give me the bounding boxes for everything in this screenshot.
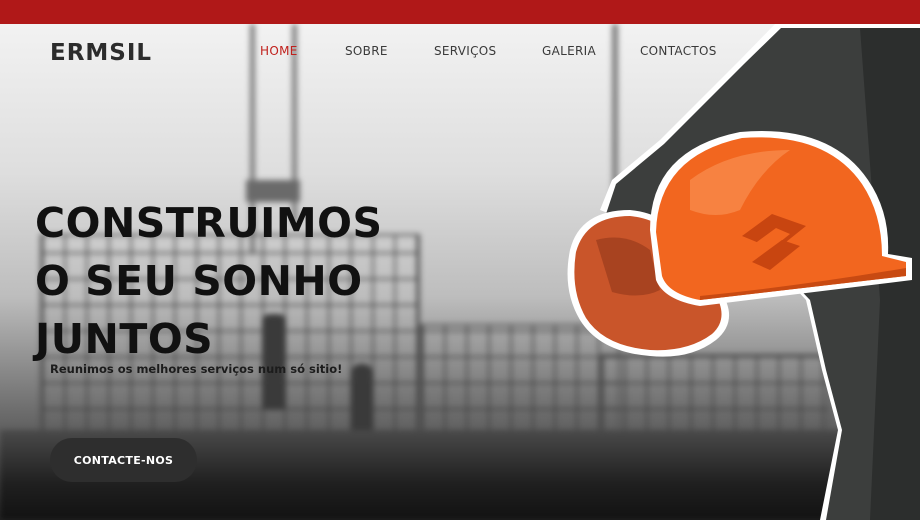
hero-headline-line-3: JUNTOS [35, 315, 214, 363]
nav-item-home[interactable]: HOME [260, 44, 298, 58]
nav-item-sobre[interactable]: SOBRE [345, 44, 388, 58]
hero-headline-line-2: O SEU SONHO [35, 257, 363, 305]
hero-headline: CONSTRUIMOS O SEU SONHO JUNTOS [35, 194, 383, 368]
contact-us-button[interactable]: CONTACTE-NOS [50, 438, 197, 482]
nav-item-servicos[interactable]: SERVIÇOS [434, 44, 496, 58]
hero-section: ERMSIL HOME SOBRE SERVIÇOS GALERIA CONTA… [0, 24, 920, 520]
hero-subtitle: Reunimos os melhores serviços num só sit… [50, 362, 343, 376]
top-accent-bar [0, 0, 920, 24]
brand-logo[interactable]: ERMSIL [50, 40, 152, 66]
nav-item-contactos[interactable]: CONTACTOS [640, 44, 717, 58]
hero-headline-line-1: CONSTRUIMOS [35, 199, 383, 247]
nav-item-galeria[interactable]: GALERIA [542, 44, 596, 58]
